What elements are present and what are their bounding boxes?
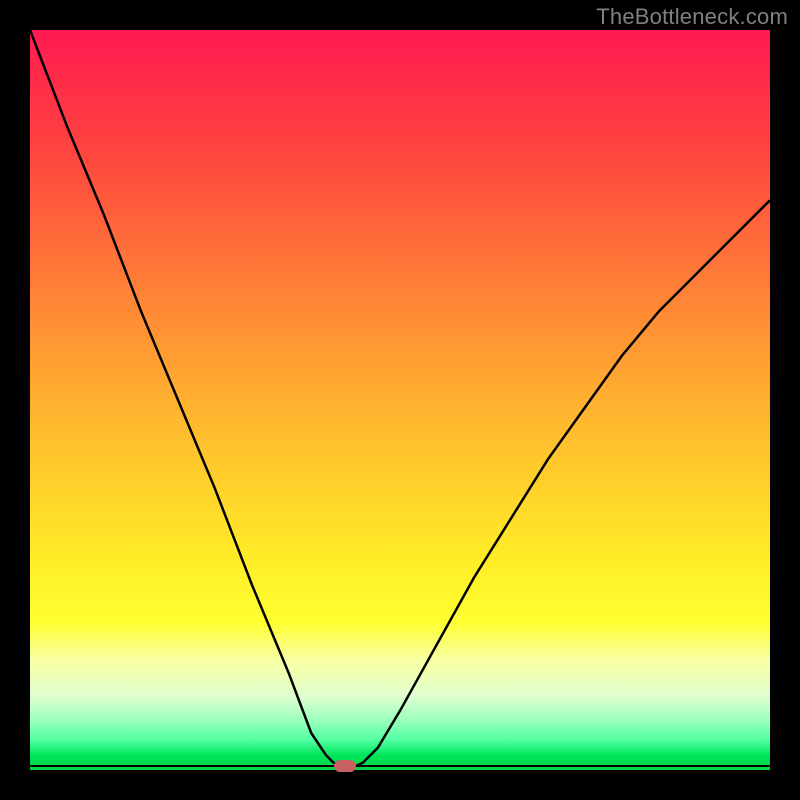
plot-area bbox=[30, 30, 770, 770]
watermark-text: TheBottleneck.com bbox=[596, 4, 788, 30]
bottleneck-curve bbox=[30, 30, 770, 770]
optimal-marker bbox=[334, 760, 356, 772]
baseline bbox=[30, 765, 770, 767]
chart-container: TheBottleneck.com bbox=[0, 0, 800, 800]
